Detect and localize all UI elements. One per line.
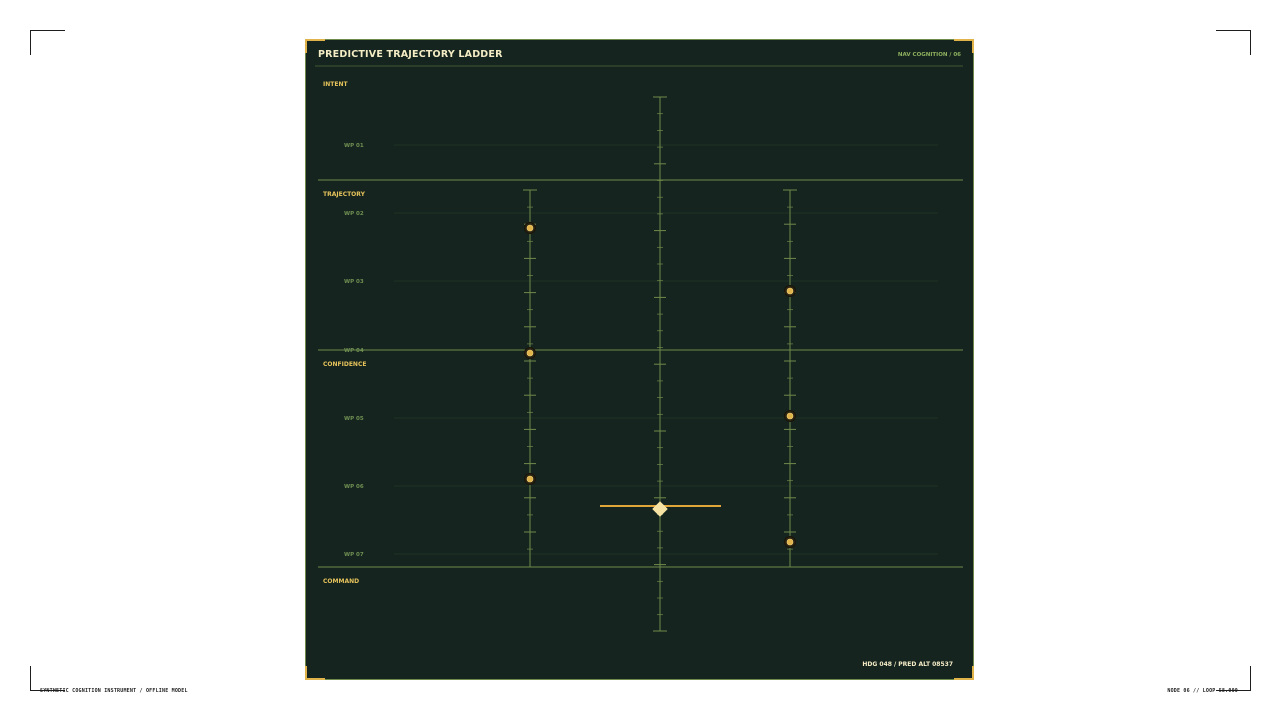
status-readout: HDG 048 / PRED ALT 08537 [862,661,953,668]
frame-corner-top-right [1216,30,1251,55]
ladder-knob [526,475,534,483]
ladder-knob [786,287,794,295]
ladder-knob [786,538,794,546]
footer-left-caption: SYNTHETIC COGNITION INSTRUMENT / OFFLINE… [40,688,188,694]
waypoint-label: WP 05 [344,416,364,422]
section-label-confidence: CONFIDENCE [323,361,366,368]
ladder-group [523,96,797,632]
ladder-visualization: INTENT TRAJECTORY CONFIDENCE COMMAND WP … [315,65,963,632]
section-label-command: COMMAND [323,578,359,585]
waypoint-label: WP 02 [344,211,364,217]
prediction-diamond [652,501,668,517]
frame-corner-top-left [30,30,65,55]
waypoint-label: WP 06 [344,484,364,490]
trajectory-ladder-panel: PREDICTIVE TRAJECTORY LADDER NAV COGNITI… [305,39,974,680]
ladder-knob [526,224,534,232]
section-label-intent: INTENT [323,81,348,88]
predicted-position-marker [600,501,721,517]
ladder-knob [526,349,534,357]
waypoint-label: WP 04 [344,348,364,354]
waypoint-label: WP 01 [344,143,364,149]
waypoint-label: WP 03 [344,279,364,285]
waypoint-label: WP 07 [344,552,364,558]
footer-right-caption: NODE 06 // LOOP 58.000 [1167,688,1238,694]
ladder-knob [786,412,794,420]
section-label-trajectory: TRAJECTORY [323,191,366,198]
